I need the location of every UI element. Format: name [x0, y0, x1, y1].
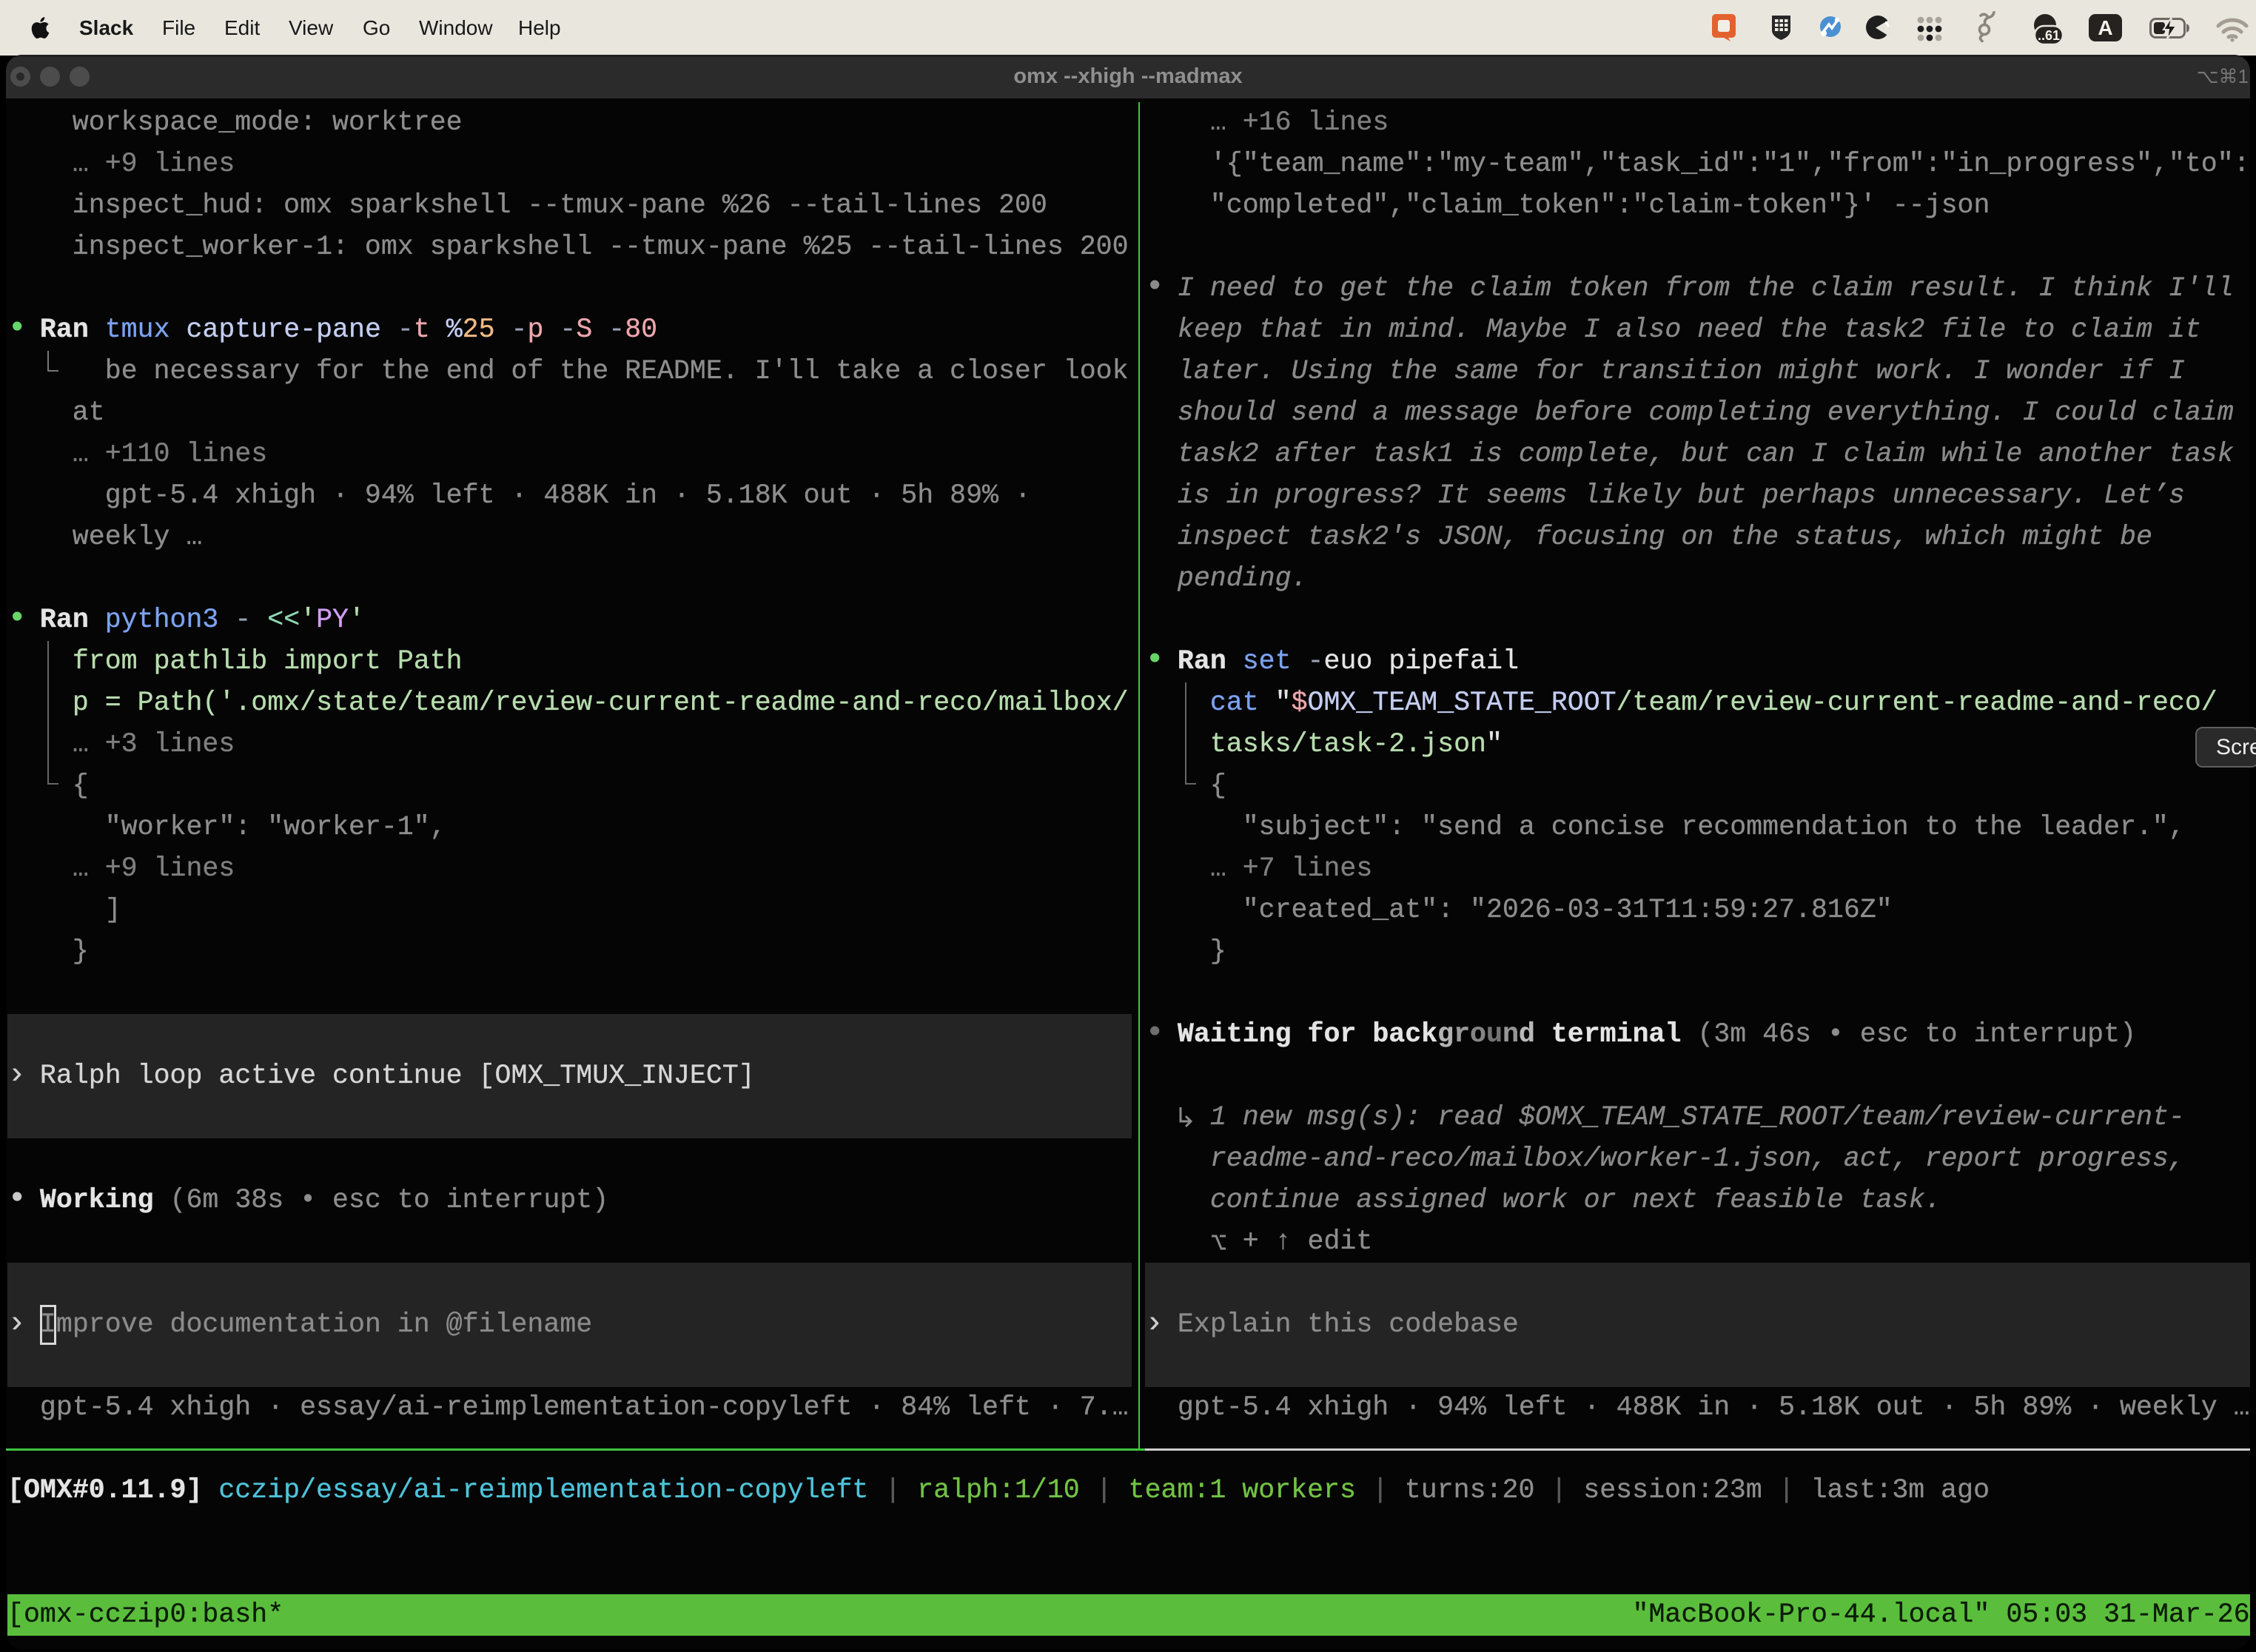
svg-text:..61: ..61 — [2038, 28, 2060, 43]
